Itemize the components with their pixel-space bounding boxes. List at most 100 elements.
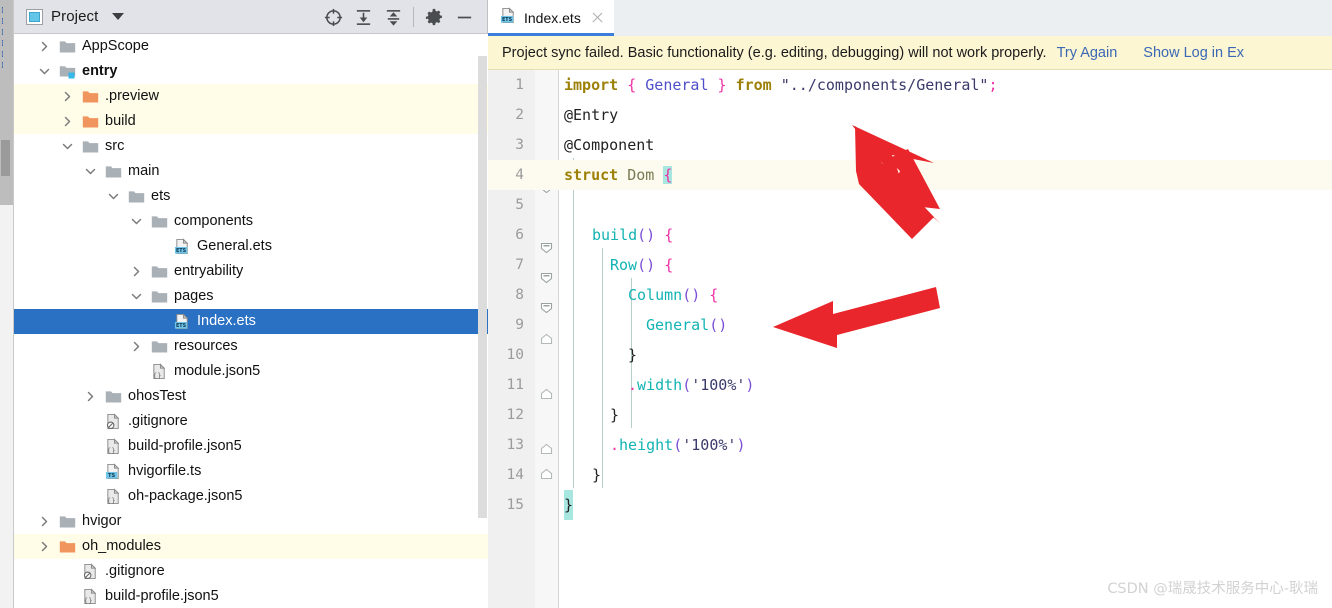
tree-item-build-profile-json5[interactable]: {} build-profile.json5: [14, 584, 488, 608]
tree-arrow-right-icon[interactable]: [82, 389, 98, 405]
tree-item-oh-modules[interactable]: oh_modules: [14, 534, 488, 559]
tree-item-index-ets[interactable]: ETS Index.ets: [14, 309, 488, 334]
hide-icon[interactable]: [449, 2, 479, 32]
folder-gray-icon: [128, 189, 145, 204]
tree-arrow-down-icon[interactable]: [128, 214, 144, 230]
folder-gray-icon: [151, 214, 168, 229]
folder-orange-icon: [82, 89, 99, 104]
tree-item-build[interactable]: build: [14, 109, 488, 134]
tree-item--gitignore[interactable]: .gitignore: [14, 409, 488, 434]
code-line: 4 struct Dom {: [488, 160, 1332, 190]
tree-item-oh-package-json5[interactable]: {} oh-package.json5: [14, 484, 488, 509]
settings-gear-icon[interactable]: [419, 2, 449, 32]
tree-arrow-down-icon[interactable]: [36, 64, 52, 80]
show-log-link[interactable]: Show Log in Ex: [1143, 45, 1244, 61]
tree-item-main[interactable]: main: [14, 159, 488, 184]
tree-item-label: AppScope: [82, 38, 149, 54]
code-text: build() {: [592, 220, 673, 250]
tok-fn: build: [592, 226, 638, 244]
tok-paren: (: [673, 436, 683, 454]
tree-item-label: src: [105, 138, 125, 154]
intention-bulb-icon[interactable]: [572, 137, 585, 152]
tok-brace: {: [664, 226, 674, 244]
tok-brace: {: [664, 256, 674, 274]
file-ets-icon: ETS: [174, 238, 191, 255]
tree-arrow-down-icon[interactable]: [59, 139, 75, 155]
tree-item-label: ohosTest: [128, 388, 187, 404]
expand-all-icon[interactable]: [348, 2, 378, 32]
tree-item-components[interactable]: components: [14, 209, 488, 234]
project-file-tree[interactable]: AppScope entry .preview build src main ets comp…: [14, 34, 488, 608]
select-opened-file-icon[interactable]: [318, 2, 348, 32]
code-line: 10 }: [488, 340, 1332, 370]
tree-arrow-right-icon[interactable]: [36, 539, 52, 555]
tree-item-label: build: [105, 113, 136, 129]
chevron-down-icon[interactable]: [112, 13, 125, 20]
tree-arrow-right-icon[interactable]: [128, 264, 144, 280]
code-line: 7 Row() {: [488, 250, 1332, 280]
line-number: 8: [515, 287, 524, 303]
tree-item--gitignore[interactable]: .gitignore: [14, 559, 488, 584]
tree-item-label: resources: [174, 338, 238, 354]
tree-item-src[interactable]: src: [14, 134, 488, 159]
code-line: 6 build() {: [488, 220, 1332, 250]
collapse-all-icon[interactable]: [378, 2, 408, 32]
svg-text:ETS: ETS: [502, 17, 513, 23]
tree-arrow-right-icon[interactable]: [59, 89, 75, 105]
tree-arrow-right-icon[interactable]: [36, 39, 52, 55]
tree-item-hvigor[interactable]: hvigor: [14, 509, 488, 534]
tree-item-module-json5[interactable]: {} module.json5: [14, 359, 488, 384]
tok-fn: Column: [628, 286, 683, 304]
tok-typename: Dom: [627, 166, 655, 184]
csdn-watermark: CSDN @瑞晟技术服务中心-耿瑞: [1107, 581, 1318, 597]
code-line: 11 .width('100%'): [488, 370, 1332, 400]
tree-item-ohostest[interactable]: ohosTest: [14, 384, 488, 409]
tree-item-entry[interactable]: entry: [14, 59, 488, 84]
tab-index-ets[interactable]: ETS Index.ets: [488, 0, 614, 36]
code-text: }: [628, 346, 638, 364]
tree-item-label: Index.ets: [197, 313, 256, 329]
tree-item-build-profile-json5[interactable]: {} build-profile.json5: [14, 434, 488, 459]
project-panel-title-box[interactable]: Project: [14, 8, 125, 25]
tree-arrow-down-icon[interactable]: [128, 289, 144, 305]
tree-arrow-right-icon[interactable]: [128, 339, 144, 355]
tree-arrow-right-icon[interactable]: [36, 514, 52, 530]
tree-arrow-none-icon: [82, 414, 98, 430]
tree-item-entryability[interactable]: entryability: [14, 259, 488, 284]
tree-item-ets[interactable]: ets: [14, 184, 488, 209]
tree-item-hvigorfile-ts[interactable]: TS hvigorfile.ts: [14, 459, 488, 484]
tree-item-general-ets[interactable]: ETS General.ets: [14, 234, 488, 259]
file-gitignore-icon: [82, 563, 99, 580]
folder-gray-icon: [151, 339, 168, 354]
tree-arrow-down-icon[interactable]: [105, 189, 121, 205]
panel-title: Project: [51, 8, 99, 25]
close-icon[interactable]: [590, 11, 604, 25]
code-text: Column() {: [628, 280, 718, 310]
code-line: 3 @Component: [488, 130, 1332, 160]
tree-item--preview[interactable]: .preview: [14, 84, 488, 109]
tree-arrow-down-icon[interactable]: [82, 164, 98, 180]
tree-item-label: entryability: [174, 263, 244, 279]
line-number: 11: [506, 377, 524, 393]
tok-paren: ): [745, 376, 755, 394]
tree-item-resources[interactable]: resources: [14, 334, 488, 359]
tok-dot: .: [628, 376, 638, 394]
tok-from: from: [735, 76, 772, 94]
tree-item-label: hvigor: [82, 513, 122, 529]
editor-area: ETS Index.ets Project sync failed. Basic…: [488, 0, 1332, 608]
line-number: 15: [506, 497, 524, 513]
tok-dot: .: [610, 436, 620, 454]
tree-arrow-none-icon: [151, 239, 167, 255]
tree-item-appscope[interactable]: AppScope: [14, 34, 488, 59]
line-number: 9: [515, 317, 524, 333]
line-number: 3: [515, 137, 524, 153]
code-editor[interactable]: 1 import { General } from "../components…: [488, 70, 1332, 608]
try-again-link[interactable]: Try Again: [1057, 45, 1118, 61]
code-text: struct Dom {: [564, 160, 673, 190]
tree-arrow-right-icon[interactable]: [59, 114, 75, 130]
code-text: }: [592, 466, 602, 484]
tree-item-pages[interactable]: pages: [14, 284, 488, 309]
project-panel-toolbar: [318, 0, 479, 34]
tree-scrollbar[interactable]: [478, 56, 487, 518]
left-strip-thumb[interactable]: [1, 140, 10, 176]
